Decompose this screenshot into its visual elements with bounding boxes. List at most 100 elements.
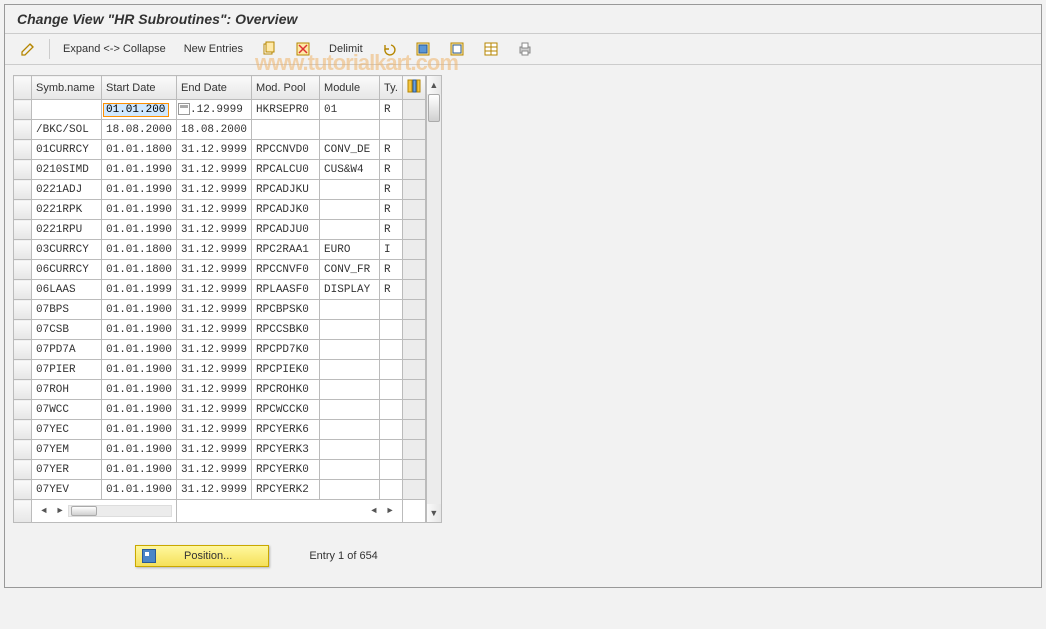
- row-selector[interactable]: [14, 300, 32, 320]
- cell-symb[interactable]: 07YEV: [32, 480, 102, 500]
- row-selector[interactable]: [14, 240, 32, 260]
- cell-ty[interactable]: [380, 340, 403, 360]
- change-mode-button[interactable]: [13, 38, 43, 60]
- cell-mod[interactable]: [320, 320, 380, 340]
- v-scrollbar[interactable]: ▲ ▼: [426, 75, 442, 523]
- h-scrollbar-right[interactable]: ◄ ►: [181, 503, 398, 519]
- cell-start[interactable]: 01.01.1900: [102, 340, 177, 360]
- cell-mp[interactable]: RPCADJKU: [252, 180, 320, 200]
- scroll-left-icon[interactable]: ◄: [36, 506, 52, 516]
- print-button[interactable]: [510, 38, 540, 60]
- cell-mp[interactable]: RPCPIEK0: [252, 360, 320, 380]
- cell-ty[interactable]: R: [380, 180, 403, 200]
- cell-start[interactable]: 01.01.1800: [102, 240, 177, 260]
- cell-mp[interactable]: RPCBPSK0: [252, 300, 320, 320]
- cell-end[interactable]: 31.12.9999: [177, 160, 252, 180]
- cell-start[interactable]: 01.01.1800: [102, 140, 177, 160]
- configure-columns-button[interactable]: [402, 76, 425, 100]
- scroll-thumb[interactable]: [428, 94, 440, 122]
- cell-end[interactable]: 31.12.9999: [177, 460, 252, 480]
- scroll-left-icon[interactable]: ◄: [366, 506, 382, 516]
- cell-ty[interactable]: [380, 440, 403, 460]
- cell-symb[interactable]: 0210SIMD: [32, 160, 102, 180]
- cell-symb[interactable]: 07PD7A: [32, 340, 102, 360]
- cell-start[interactable]: 18.08.2000: [102, 120, 177, 140]
- cell-ty[interactable]: [380, 480, 403, 500]
- row-selector[interactable]: [14, 160, 32, 180]
- cell-start[interactable]: 01.01.1990: [102, 180, 177, 200]
- row-selector[interactable]: [14, 320, 32, 340]
- cell-end[interactable]: 31.12.9999: [177, 240, 252, 260]
- cell-mp[interactable]: RPCWCCK0: [252, 400, 320, 420]
- cell-ty[interactable]: [380, 420, 403, 440]
- col-symb-name[interactable]: Symb.name: [32, 76, 102, 100]
- cell-mp[interactable]: RPCROHK0: [252, 380, 320, 400]
- cell-start[interactable]: 01.01.1900: [102, 440, 177, 460]
- cell-mp[interactable]: RPCCNVF0: [252, 260, 320, 280]
- cell-end[interactable]: 31.12.9999: [177, 380, 252, 400]
- row-selector[interactable]: [14, 180, 32, 200]
- cell-symb[interactable]: 0221RPK: [32, 200, 102, 220]
- cell-mp[interactable]: [252, 120, 320, 140]
- cell-mod[interactable]: [320, 360, 380, 380]
- cell-symb[interactable]: 07YER: [32, 460, 102, 480]
- cell-ty[interactable]: R: [380, 260, 403, 280]
- cell-mod[interactable]: [320, 120, 380, 140]
- cell-end[interactable]: 31.12.9999: [177, 440, 252, 460]
- cell-start[interactable]: 01.01.1900: [102, 380, 177, 400]
- cell-mod[interactable]: [320, 420, 380, 440]
- cell-end[interactable]: 31.12.9999: [177, 180, 252, 200]
- cell-end[interactable]: 31.12.9999: [177, 480, 252, 500]
- col-module[interactable]: Module: [320, 76, 380, 100]
- cell-start[interactable]: 01.01.1990: [102, 160, 177, 180]
- cell-end[interactable]: 31.12.9999: [177, 320, 252, 340]
- cell-symb[interactable]: 06CURRCY: [32, 260, 102, 280]
- cell-ty[interactable]: [380, 460, 403, 480]
- cell-start[interactable]: 01.01.1900: [102, 320, 177, 340]
- col-start-date[interactable]: Start Date: [102, 76, 177, 100]
- cell-symb[interactable]: 03CURRCY: [32, 240, 102, 260]
- cell-symb[interactable]: 0221ADJ: [32, 180, 102, 200]
- cell-ty[interactable]: R: [380, 100, 403, 120]
- cell-ty[interactable]: [380, 300, 403, 320]
- row-selector-header[interactable]: [14, 76, 32, 100]
- cell-mod[interactable]: CONV_FR: [320, 260, 380, 280]
- row-selector[interactable]: [14, 260, 32, 280]
- cell-mod[interactable]: 01: [320, 100, 380, 120]
- cell-mp[interactable]: RPCCNVD0: [252, 140, 320, 160]
- scroll-right-icon[interactable]: ►: [52, 506, 68, 516]
- cell-mp[interactable]: RPC2RAA1: [252, 240, 320, 260]
- cell-ty[interactable]: R: [380, 220, 403, 240]
- row-selector[interactable]: [14, 220, 32, 240]
- cell-ty[interactable]: R: [380, 160, 403, 180]
- cell-mod[interactable]: [320, 400, 380, 420]
- cell-mp[interactable]: RPCADJU0: [252, 220, 320, 240]
- cell-ty[interactable]: R: [380, 200, 403, 220]
- cell-symb[interactable]: 06LAAS: [32, 280, 102, 300]
- undo-button[interactable]: [374, 38, 404, 60]
- cell-ty[interactable]: [380, 360, 403, 380]
- cell-end[interactable]: 31.12.9999: [177, 420, 252, 440]
- h-scrollbar-left[interactable]: ◄ ►: [36, 503, 172, 519]
- cell-start[interactable]: 01.01.1999: [102, 280, 177, 300]
- scroll-up-icon[interactable]: ▲: [427, 76, 441, 94]
- cell-mp[interactable]: RPCALCU0: [252, 160, 320, 180]
- cell-ty[interactable]: R: [380, 280, 403, 300]
- cell-start-date[interactable]: [102, 100, 177, 120]
- cell-mp[interactable]: RPCPD7K0: [252, 340, 320, 360]
- select-all-button[interactable]: [408, 38, 438, 60]
- delete-button[interactable]: [288, 38, 318, 60]
- cell-start[interactable]: 01.01.1990: [102, 220, 177, 240]
- cell-end[interactable]: 18.08.2000: [177, 120, 252, 140]
- cell-mod[interactable]: DISPLAY: [320, 280, 380, 300]
- cell-mod[interactable]: CUS&W4: [320, 160, 380, 180]
- cell-end[interactable]: 31.12.9999: [177, 400, 252, 420]
- cell-ty[interactable]: [380, 400, 403, 420]
- cell-ty[interactable]: R: [380, 140, 403, 160]
- cell-mod[interactable]: [320, 180, 380, 200]
- cell-symb[interactable]: 07YEC: [32, 420, 102, 440]
- cell-symb[interactable]: 07WCC: [32, 400, 102, 420]
- cell-mp[interactable]: RPLAASF0: [252, 280, 320, 300]
- cell-mod[interactable]: [320, 380, 380, 400]
- scroll-down-icon[interactable]: ▼: [427, 504, 441, 522]
